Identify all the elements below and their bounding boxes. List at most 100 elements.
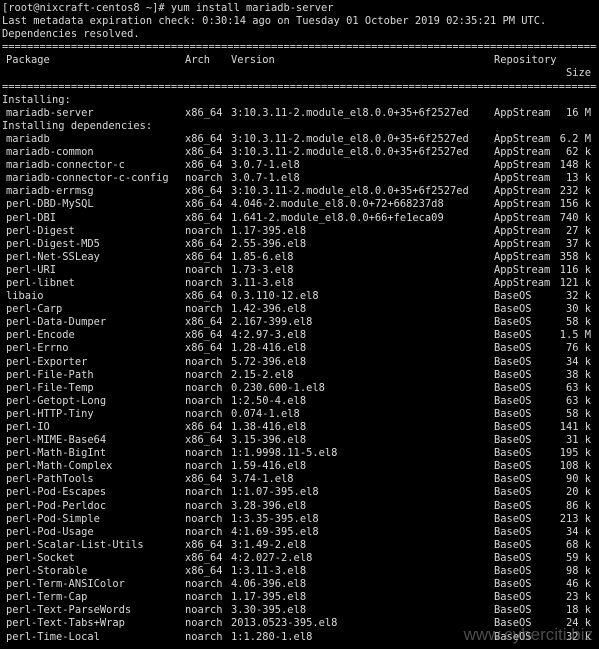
package-name: perl-Encode (6, 329, 75, 342)
package-arch: x86_64 (185, 538, 223, 551)
package-size: 16 M (565, 106, 591, 119)
package-version: 2013.0523-395.el8 (231, 617, 338, 630)
package-name: perl-Digest (6, 224, 75, 237)
package-arch: x86_64 (185, 185, 223, 198)
package-repository: AppStream (494, 185, 551, 198)
package-repository: AppStream (494, 224, 551, 237)
package-size: 38 k (565, 368, 591, 381)
dependency-list: mariadb x86_64 3:10.3.11-2.module_el8.0.0+… (2, 133, 597, 644)
package-arch: noarch (185, 578, 223, 591)
table-row: perl-libnet noarch 3.11-3.el8 AppStream 121 … (2, 277, 597, 290)
table-row: perl-Term-ANSIColor noarch 4.06-396.el8 Bas… (2, 578, 597, 591)
package-repository: BaseOS (494, 591, 532, 604)
package-size: 62 k (565, 146, 591, 159)
package-arch: x86_64 (185, 146, 223, 159)
package-repository: AppStream (494, 172, 551, 185)
package-size: 213 k (559, 512, 591, 525)
package-version: 3.11-3.el8 (231, 276, 294, 289)
package-repository: BaseOS (494, 342, 532, 355)
table-row: perl-Pod-Simple noarch 1:3.35-395.el8 BaseO… (2, 513, 597, 526)
package-arch: noarch (185, 394, 223, 407)
package-name: perl-Digest-MD5 (6, 237, 100, 250)
package-arch: x86_64 (185, 106, 223, 119)
table-row: perl-URI noarch 1.73-3.el8 AppStream 116 k (2, 264, 597, 277)
table-row: mariadb-connector-c-config noarch 3.0.7-1.… (2, 172, 597, 185)
package-repository: BaseOS (494, 421, 532, 433)
package-repository: AppStream (494, 198, 551, 211)
package-size: 34 k (565, 355, 591, 368)
package-version: 3.0.7-1.el8 (231, 172, 300, 185)
package-name: mariadb-errmsg (6, 185, 94, 198)
table-row: perl-MIME-Base64 x86_64 3.15-396.el8 BaseOS… (2, 434, 597, 447)
package-repository: BaseOS (494, 290, 532, 303)
package-repository: AppStream (494, 211, 551, 224)
package-repository: BaseOS (494, 381, 532, 394)
package-version: 2.55-396.el8 (231, 237, 307, 250)
package-version: 3:10.3.11-2.module_el8.0.0+35+6f2527ed (231, 185, 469, 198)
package-name: mariadb-server (6, 106, 94, 119)
package-size: 148 k (559, 159, 591, 172)
package-arch: x86_64 (185, 132, 223, 145)
package-size: 23 k (565, 591, 591, 604)
package-size: 358 k (559, 250, 591, 263)
header-package: Package (6, 54, 50, 67)
package-arch: x86_64 (185, 316, 223, 329)
package-version: 1.42-396.el8 (231, 303, 307, 316)
package-size: 1.5 M (559, 329, 591, 342)
package-repository: AppStream (494, 250, 551, 263)
package-size: 58 k (565, 407, 591, 420)
separator-line: ========================================… (2, 41, 597, 54)
package-name: perl-File-Temp (6, 381, 94, 394)
table-row: perl-File-Path noarch 2.15-2.el8 BaseOS 38 k (2, 369, 597, 382)
package-repository: BaseOS (494, 565, 532, 578)
package-size: 20 k (565, 486, 591, 499)
package-arch: noarch (185, 172, 223, 185)
installing-list: mariadb-server x86_64 3:10.3.11-2.module_e… (2, 107, 597, 120)
package-repository: AppStream (494, 276, 551, 289)
package-arch: noarch (185, 303, 223, 316)
package-arch: x86_64 (185, 551, 223, 564)
package-version: 4:2.027-2.el8 (231, 551, 313, 564)
package-version: 1.641-2.module_el8.0.0+66+fe1eca09 (231, 211, 444, 224)
package-version: 1:1.07-395.el8 (231, 486, 319, 499)
package-size: 63 k (565, 394, 591, 407)
terminal-window[interactable]: { "prompt": "[root@nixcraft-centos8 ~]# … (0, 0, 599, 649)
package-repository: BaseOS (494, 486, 532, 499)
installing-dependencies-label: Installing dependencies: (2, 119, 153, 132)
package-repository: BaseOS (494, 316, 532, 329)
package-arch: x86_64 (185, 198, 223, 211)
package-size: 59 k (565, 551, 591, 564)
package-version: 2.15-2.el8 (231, 368, 294, 381)
package-arch: noarch (185, 486, 223, 499)
package-name: perl-Socket (6, 551, 75, 564)
package-size: 98 k (565, 565, 591, 578)
package-size: 121 k (559, 276, 591, 289)
package-version: 3.28-396.el8 (231, 499, 307, 512)
package-name: perl-Getopt-Long (6, 394, 107, 407)
package-version: 1.85-6.el8 (231, 250, 294, 263)
package-version: 5.72-396.el8 (231, 355, 307, 368)
package-version: 3:10.3.11-2.module_el8.0.0+35+6f2527ed (231, 132, 469, 145)
package-arch: x86_64 (185, 211, 223, 224)
table-row: perl-Errno x86_64 1.28-416.el8 BaseOS 76 k (2, 342, 597, 355)
package-name: perl-Pod-Simple (6, 512, 100, 525)
package-name: perl-Term-Cap (6, 591, 88, 604)
package-arch: noarch (185, 630, 223, 643)
package-version: 3.30-395.el8 (231, 604, 307, 617)
package-size: 108 k (559, 460, 591, 473)
table-header-row-2: Size (2, 67, 597, 80)
package-name: perl-Net-SSLeay (6, 250, 100, 263)
package-name: perl-HTTP-Tiny (6, 407, 94, 420)
package-arch: noarch (185, 591, 223, 604)
package-arch: noarch (185, 355, 223, 368)
package-repository: BaseOS (494, 578, 532, 591)
package-name: perl-Text-ParseWords (6, 604, 132, 617)
package-version: 1:1.9998.11-5.el8 (231, 447, 338, 460)
package-arch: noarch (185, 604, 223, 617)
package-name: perl-libnet (6, 276, 75, 289)
table-row: perl-Socket x86_64 4:2.027-2.el8 BaseOS 59 k (2, 552, 597, 565)
package-version: 1:2.50-4.el8 (231, 394, 307, 407)
package-repository: BaseOS (494, 368, 532, 381)
table-row: libaio x86_64 0.3.110-12.el8 BaseOS 32 k (2, 290, 597, 303)
package-repository: BaseOS (494, 355, 532, 368)
